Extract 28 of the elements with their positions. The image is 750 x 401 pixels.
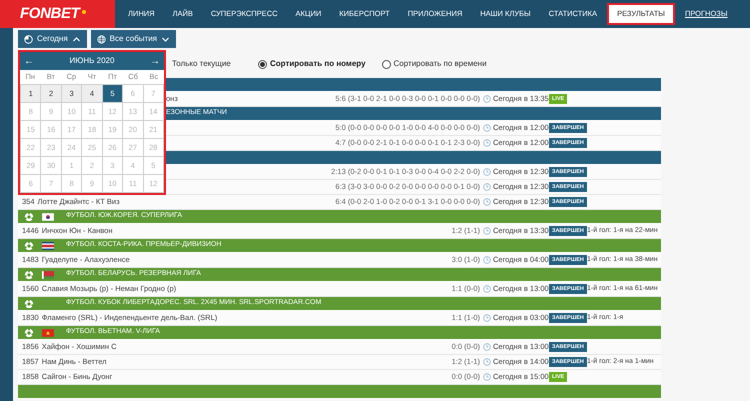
clock-icon (483, 256, 491, 264)
clock-icon (483, 373, 491, 381)
flag-icon (42, 212, 54, 220)
clock-icon (483, 343, 491, 351)
chevron-down-icon (161, 34, 170, 44)
clock-icon (483, 124, 491, 132)
clock-icon (483, 139, 491, 147)
clock-icon (483, 168, 491, 176)
flag-icon (42, 242, 54, 250)
sort-radio[interactable]: Сортировать по времени (382, 58, 487, 70)
clock-icon (483, 314, 491, 322)
clock-icon (483, 95, 491, 103)
date-button[interactable]: Сегодня (18, 30, 87, 48)
filter-label: Только текущие (172, 58, 232, 70)
events-button[interactable]: Все события (90, 30, 176, 48)
pie-icon (24, 34, 33, 44)
clock-icon (483, 198, 491, 206)
chevron-up-icon (72, 34, 81, 44)
clock-icon (483, 183, 491, 191)
clock-icon (483, 285, 491, 293)
flag-icon (42, 270, 54, 278)
sort-radio[interactable]: Сортировать по номеру (258, 58, 366, 70)
calendar-month: ИЮНЬ 2020 (70, 55, 114, 67)
globe-icon (96, 34, 106, 44)
clock-icon (483, 227, 491, 235)
flag-icon (42, 328, 54, 336)
dot-icon (82, 10, 86, 14)
clock-icon (483, 358, 491, 366)
